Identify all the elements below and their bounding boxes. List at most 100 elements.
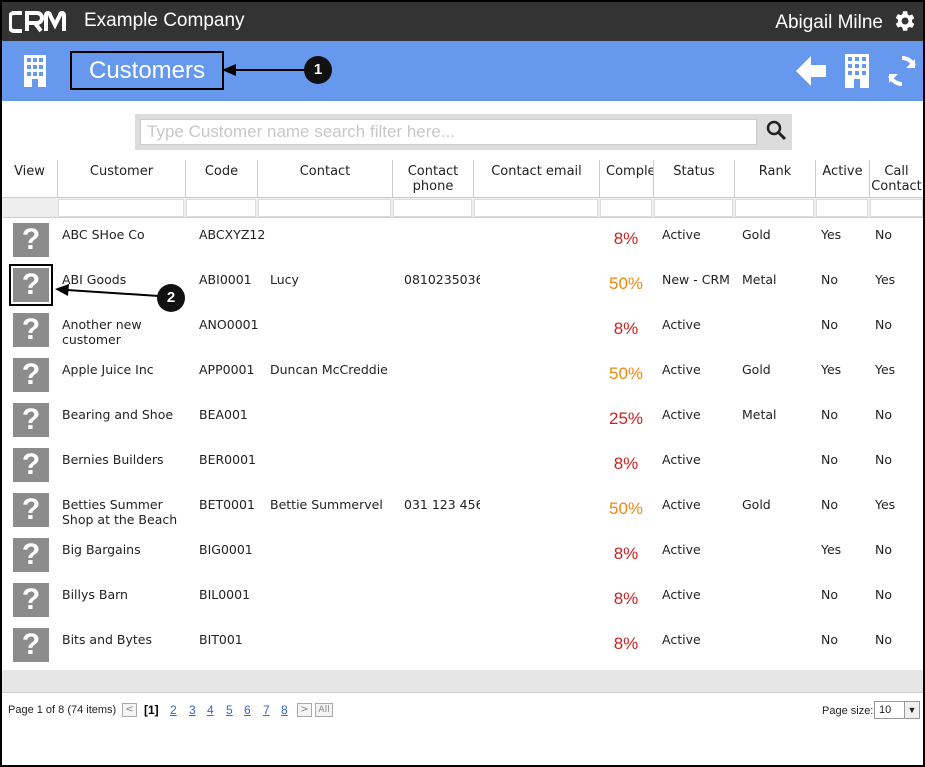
cell-status: Active <box>662 362 701 377</box>
user-name[interactable]: Abigail Milne <box>775 12 883 34</box>
arrow-left-icon[interactable] <box>794 54 828 88</box>
cell-active: Yes <box>821 362 842 377</box>
building-icon[interactable] <box>843 54 871 88</box>
cell-rank: Metal <box>742 272 777 287</box>
col-header-complete[interactable]: Complete <box>599 160 653 198</box>
cell-active: No <box>821 497 838 512</box>
col-header-active[interactable]: Active <box>815 160 869 198</box>
cell-customer: Apple Juice Inc <box>62 362 154 377</box>
view-customer-icon[interactable]: ? <box>9 264 53 306</box>
all-pages-button[interactable]: All <box>315 703 333 717</box>
table-row[interactable]: ? Billys Barn BIL0001 Active No No 8% <box>2 578 923 623</box>
page-link-5[interactable]: 5 <box>226 703 233 717</box>
view-customer-icon[interactable]: ? <box>13 628 49 662</box>
cell-call-contact: No <box>875 227 892 242</box>
page-link-8[interactable]: 8 <box>281 703 288 717</box>
view-customer-icon[interactable]: ? <box>13 223 49 257</box>
view-customer-icon[interactable]: ? <box>13 583 49 617</box>
filter-contact-email[interactable] <box>474 199 598 217</box>
table-row[interactable]: ? Big Bargains BIG0001 Active Yes No 8% <box>2 533 923 578</box>
page-link-2[interactable]: 2 <box>170 703 177 717</box>
refresh-icon[interactable] <box>886 55 918 87</box>
chevron-down-icon[interactable]: ▼ <box>904 702 919 718</box>
cell-customer: Billys Barn <box>62 587 128 602</box>
view-customer-icon[interactable]: ? <box>13 313 49 347</box>
filter-contact-phone[interactable] <box>393 199 472 217</box>
page-link-6[interactable]: 6 <box>244 703 251 717</box>
col-header-contact[interactable]: Contact <box>257 160 392 198</box>
col-header-rank[interactable]: Rank <box>734 160 815 198</box>
filter-rank[interactable] <box>735 199 814 217</box>
filter-active[interactable] <box>816 199 868 217</box>
customers-grid: View Customer Code Contact Contact phone… <box>2 160 923 670</box>
table-row[interactable]: ? Bearing and Shoe BEA001 Active Metal No No 25… <box>2 398 923 443</box>
filter-code[interactable] <box>186 199 256 217</box>
crm-logo <box>9 11 66 33</box>
cell-complete: 8% <box>613 454 639 473</box>
col-header-code[interactable]: Code <box>185 160 257 198</box>
company-name: Example Company <box>84 10 245 31</box>
pager-info: Page 1 of 8 (74 items) <box>8 704 117 716</box>
building-icon <box>24 55 46 87</box>
cell-rank: Gold <box>742 497 771 512</box>
table-row[interactable]: ? Bernies Builders BER0001 Active No No 8% <box>2 443 923 488</box>
col-header-contact-email[interactable]: Contact email <box>473 160 599 198</box>
col-header-status[interactable]: Status <box>653 160 734 198</box>
cell-status: Active <box>662 587 701 602</box>
col-header-view[interactable]: View <box>2 160 57 198</box>
cell-call-contact: No <box>875 542 892 557</box>
cell-code: APP0001 <box>199 362 255 377</box>
prev-page-button[interactable]: < <box>122 703 137 717</box>
page-title: Customers <box>70 51 224 90</box>
search-bar <box>135 114 792 150</box>
page-link-4[interactable]: 4 <box>207 703 214 717</box>
cell-code: BIL0001 <box>199 587 251 602</box>
filter-call-contact[interactable] <box>870 199 923 217</box>
table-row[interactable]: ? Betties Summer Shop at the Beach BET0001… <box>2 488 923 533</box>
cell-customer: ABC SHoe Co <box>62 227 145 242</box>
cell-code: ABCXYZ123 <box>199 227 265 242</box>
cell-code: ABI0001 <box>199 272 252 287</box>
cell-complete: 8% <box>613 589 639 608</box>
next-page-button[interactable]: > <box>297 703 312 717</box>
gear-icon[interactable] <box>891 8 917 34</box>
filter-contact[interactable] <box>258 199 391 217</box>
search-icon[interactable] <box>763 118 789 144</box>
cell-customer: Betties Summer Shop at the Beach <box>62 497 178 527</box>
page-link-3[interactable]: 3 <box>189 703 196 717</box>
view-customer-icon[interactable]: ? <box>13 538 49 572</box>
cell-code: BIG0001 <box>199 542 253 557</box>
cell-active: No <box>821 272 838 287</box>
table-row[interactable]: ? Apple Juice Inc APP0001 Duncan McCreddie A… <box>2 353 923 398</box>
cell-rank: Gold <box>742 362 771 377</box>
search-input[interactable] <box>140 119 757 145</box>
callout-2: 2 <box>55 281 185 315</box>
callout-arrow <box>55 284 159 297</box>
view-customer-icon[interactable]: ? <box>13 493 49 527</box>
view-customer-icon[interactable]: ? <box>13 448 49 482</box>
cell-status: Active <box>662 317 701 332</box>
cell-contact: Lucy <box>270 272 299 287</box>
cell-active: No <box>821 317 838 332</box>
page-size-value: 10 <box>879 704 892 716</box>
table-row[interactable]: ? ABC SHoe Co ABCXYZ123 Active Gold Yes No 8% <box>2 218 923 263</box>
top-bar: Example Company Abigail Milne <box>2 2 923 41</box>
callout-arrow <box>222 64 306 76</box>
cell-active: No <box>821 632 838 647</box>
view-customer-icon[interactable]: ? <box>13 403 49 437</box>
cell-contact: Bettie Summervel <box>270 497 383 512</box>
page-size-select[interactable]: 10 ▼ <box>874 701 920 719</box>
filter-complete[interactable] <box>600 199 652 217</box>
table-row[interactable]: ? Bits and Bytes BIT001 Active No No 8% <box>2 623 923 668</box>
col-header-contact-phone[interactable]: Contact phone <box>392 160 473 198</box>
view-customer-icon[interactable]: ? <box>13 358 49 392</box>
cell-status: Active <box>662 452 701 467</box>
cell-call-contact: Yes <box>875 362 896 377</box>
col-header-call-contact[interactable]: Call Contact <box>869 160 923 198</box>
filter-status[interactable] <box>654 199 733 217</box>
col-header-customer[interactable]: Customer <box>57 160 185 198</box>
callout-1: 1 <box>222 55 332 87</box>
filter-customer[interactable] <box>58 199 184 217</box>
page-link-7[interactable]: 7 <box>263 703 270 717</box>
cell-call-contact: No <box>875 632 892 647</box>
